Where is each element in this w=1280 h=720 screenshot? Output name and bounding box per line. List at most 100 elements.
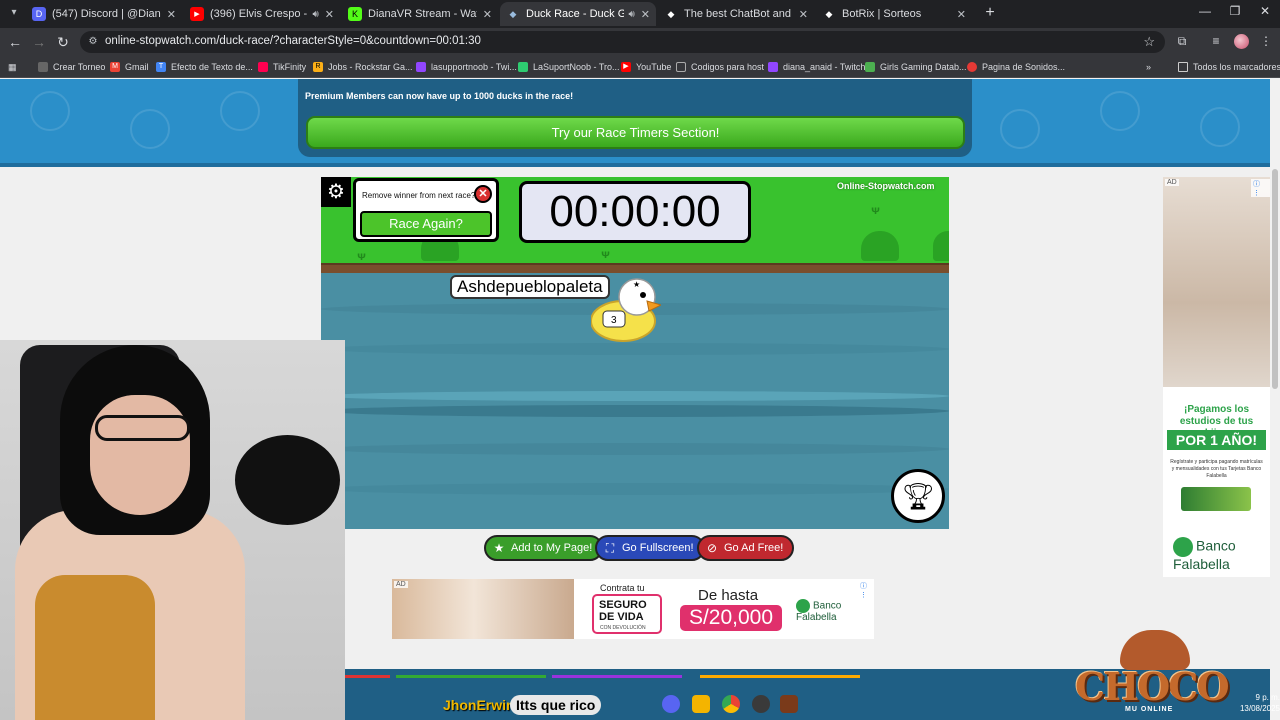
race-again-button[interactable]: Race Again? (360, 211, 492, 237)
minimize-icon[interactable]: — (1190, 4, 1220, 18)
choco-logo-text: CHOCO (1075, 664, 1230, 709)
remove-winner-toggle-icon[interactable]: ✕ (474, 185, 492, 203)
go-fullscreen-button[interactable]: ⛶ Go Fullscreen! (595, 535, 705, 561)
media-control-icon[interactable]: ≡ (1208, 34, 1224, 50)
settings-gear-icon[interactable]: ⚙ (321, 177, 351, 207)
tab-label: BotRix | Sorteos (842, 8, 922, 20)
bookmark-icon (967, 62, 977, 72)
side-advertisement[interactable]: AD ⓘ ⋮ ¡Pagamos los estudios de tus hijo… (1163, 177, 1270, 577)
gmail-icon: M (110, 62, 120, 72)
ad-de-hasta: De hasta (698, 587, 759, 604)
bookmark-girls-gaming[interactable]: Girls Gaming Datab... (865, 60, 967, 74)
ad-label: AD (1165, 179, 1179, 186)
ad-insurance-title: SEGURO DE VIDA (599, 599, 647, 623)
remove-winner-panel: Remove winner from next race? ✕ Race Aga… (353, 178, 499, 242)
tab-strip: ▾ D (547) Discord | @Diana Vasquez ✕ ▶ (… (0, 0, 1280, 28)
chat-message: Itts que rico (510, 695, 602, 715)
chrome-taskbar-icon[interactable] (722, 695, 740, 713)
new-tab-icon[interactable]: + (980, 4, 1000, 22)
tab-kick[interactable]: K DianaVR Stream - Watch Live on ✕ (342, 2, 498, 26)
fullscreen-icon: ⛶ (605, 541, 615, 555)
close-tab-icon[interactable]: ✕ (799, 8, 808, 21)
site-icon: ◆ (506, 7, 520, 21)
race-timers-button[interactable]: Try our Race Timers Section! (306, 116, 965, 149)
file-explorer-icon[interactable] (692, 695, 710, 713)
bookmark-pagina-sonidos[interactable]: Pagina de Sonidos... (967, 60, 1065, 74)
bookmark-efecto-texto[interactable]: T Efecto de Texto de... (156, 60, 253, 74)
close-tab-icon[interactable]: ✕ (167, 8, 176, 21)
back-icon[interactable]: ← (6, 33, 24, 51)
mu-online-text: MU ONLINE (1125, 706, 1174, 713)
add-to-my-page-button[interactable]: ★ Add to My Page! (484, 535, 604, 561)
go-ad-free-button[interactable]: ⊘ Go Ad Free! (697, 535, 795, 561)
close-tab-icon[interactable]: ✕ (325, 8, 334, 21)
trovo-icon (518, 62, 528, 72)
bookmark-star-icon[interactable]: ☆ (1143, 34, 1155, 50)
game-taskbar-icon[interactable] (780, 695, 798, 713)
speaker-icon[interactable]: 🔊︎ (312, 9, 318, 20)
bookmark-codigos-host[interactable]: Codigos para host (676, 60, 764, 74)
close-window-icon[interactable]: ✕ (1250, 4, 1280, 18)
site-info-icon[interactable]: ⚙︎ (86, 35, 100, 49)
ad-mother-child-photo (1163, 177, 1270, 387)
tab-botrix[interactable]: ◆ BotRix | Sorteos ✕ (816, 2, 972, 26)
tab-chatbot[interactable]: ◆ The best ChatBot and Widgets ✕ (658, 2, 814, 26)
discord-icon: D (32, 7, 46, 21)
ad-label: AD (394, 581, 408, 588)
bookmark-lasupportnoob-twitch[interactable]: lasupportnoob - Twi... (416, 60, 517, 74)
banco-falabella-logo: Banco Falabella (796, 599, 842, 623)
restore-icon[interactable]: ❐ (1220, 4, 1250, 18)
url-text[interactable]: online-stopwatch.com/duck-race/?characte… (105, 35, 481, 47)
close-tab-icon[interactable]: ✕ (641, 8, 650, 21)
star-icon: ★ (493, 541, 505, 555)
scrollbar-thumb[interactable] (1272, 169, 1278, 389)
duck-number: 3 (611, 315, 617, 326)
bookmark-icon (38, 62, 48, 72)
falabella-logo-icon (1173, 537, 1193, 557)
bookmark-rockstar[interactable]: R Jobs - Rockstar Ga... (313, 60, 413, 74)
system-clock[interactable]: 9 p. m. 13/08/2025 (1226, 692, 1280, 714)
bookmark-tikfinity[interactable]: TikFinity (258, 60, 306, 74)
bookmark-gmail[interactable]: M Gmail (110, 60, 149, 74)
reload-icon[interactable]: ↻ (54, 33, 72, 51)
bookmarks-bar: ▦ Crear Torneo M Gmail T Efecto de Texto d… (0, 56, 1280, 78)
kick-icon: K (348, 7, 362, 21)
tab-label: DianaVR Stream - Watch Live on (368, 8, 477, 20)
tab-duck-race[interactable]: ◆ Duck Race - Duck Games 🔊︎ ✕ (500, 2, 656, 26)
profile-avatar[interactable] (1234, 34, 1249, 49)
discord-taskbar-icon[interactable] (662, 695, 680, 713)
bookmark-crear-torneo[interactable]: Crear Torneo (38, 60, 105, 74)
globe-icon (676, 62, 686, 72)
race-timer: 00:00:00 (519, 181, 751, 243)
duck-icon: ★ 3 (591, 278, 661, 342)
site-icon: ◆ (825, 8, 833, 19)
ad-amount: S/20,000 (680, 605, 782, 631)
obs-taskbar-icon[interactable] (752, 695, 770, 713)
bookmark-lasuportnoob-trovo[interactable]: LaSuportNoob - Tro... (518, 60, 620, 74)
all-bookmarks-folder[interactable]: Todos los marcadores (1178, 60, 1280, 74)
forward-icon[interactable]: → (30, 33, 48, 51)
no-ads-icon: ⊘ (706, 541, 718, 555)
extensions-icon[interactable]: ⧉ (1174, 34, 1190, 50)
more-bookmarks-icon[interactable]: » (1146, 60, 1151, 74)
close-tab-icon[interactable]: ✕ (957, 8, 966, 21)
microphone (235, 435, 340, 525)
ad-info-icon[interactable]: ⓘ ⋮ (1251, 179, 1270, 197)
speaker-icon[interactable]: 🔊︎ (628, 9, 634, 20)
ad-info-icon[interactable]: ⓘ ⋮ (858, 581, 874, 599)
bookmark-youtube[interactable]: ▶ YouTube (621, 60, 671, 74)
bottom-advertisement[interactable]: AD Contrata tu SEGURO DE VIDA CON DEVOLU… (392, 579, 874, 639)
leaderboard-trophy-icon[interactable]: 🏆︎ (891, 469, 945, 523)
bookmark-diana-twitch[interactable]: diana_anaid - Twitch (768, 60, 865, 74)
duck-race-game[interactable]: ᴪ ᴪ ᴪ ⚙ Remove winner from next race? ✕ … (321, 177, 949, 529)
page-scrollbar[interactable] (1270, 79, 1280, 720)
tab-youtube[interactable]: ▶ (396) Elvis Crespo - Tu Sonrisa 🔊︎ ✕ (184, 2, 340, 26)
menu-icon[interactable]: ⋮ (1258, 34, 1274, 50)
tab-discord[interactable]: D (547) Discord | @Diana Vasquez ✕ (26, 2, 182, 26)
address-bar[interactable]: ⚙︎ online-stopwatch.com/duck-race/?chara… (80, 31, 1165, 53)
close-tab-icon[interactable]: ✕ (483, 8, 492, 21)
online-stopwatch-logo[interactable]: Online-Stopwatch.com (837, 181, 935, 191)
tab-search-icon[interactable]: ▾ (6, 5, 22, 21)
svg-text:★: ★ (633, 280, 640, 289)
apps-icon[interactable]: ▦ (8, 60, 17, 74)
